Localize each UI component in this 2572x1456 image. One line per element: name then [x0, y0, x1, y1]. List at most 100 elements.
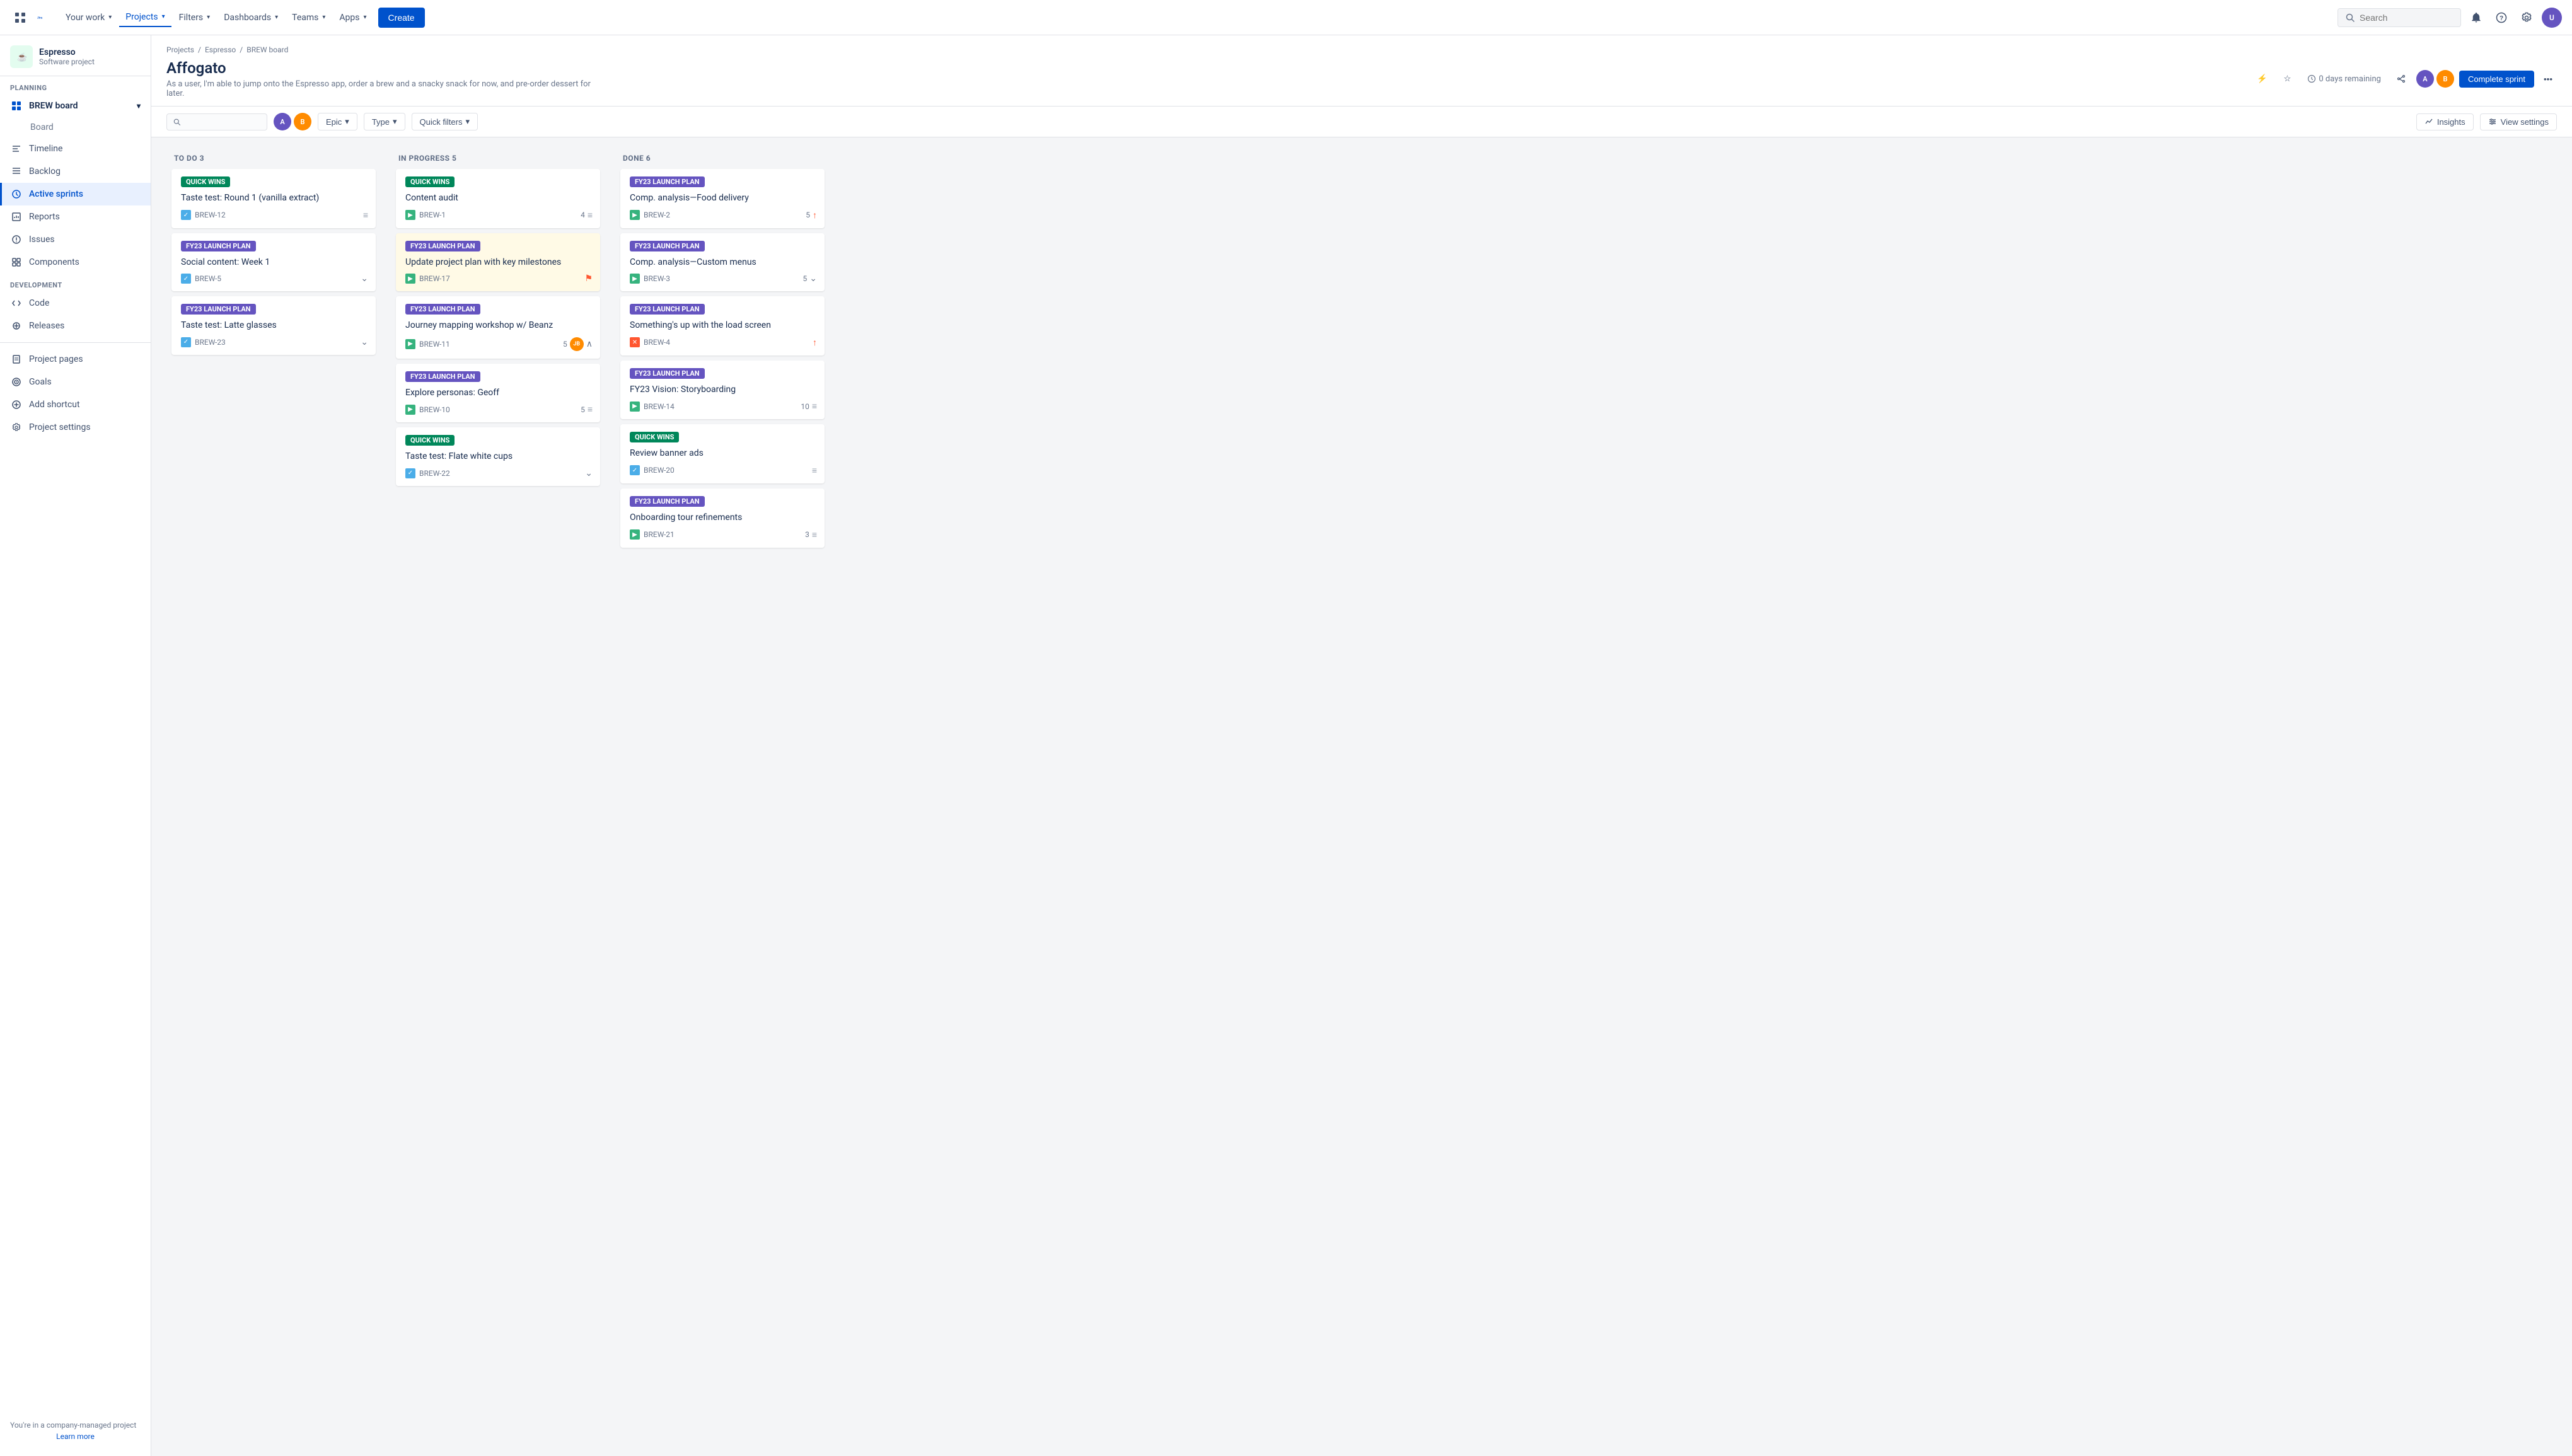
card-title: Content audit: [405, 192, 593, 205]
table-row[interactable]: FY23 LAUNCH PLANExplore personas: Geoff▶…: [396, 364, 600, 423]
avatar-2[interactable]: B: [2436, 70, 2454, 88]
sidebar-item-components[interactable]: Components: [0, 251, 151, 274]
issues-icon: [10, 233, 23, 246]
card-story-points: 5: [806, 211, 810, 219]
table-row[interactable]: FY23 LAUNCH PLANUpdate project plan with…: [396, 233, 600, 292]
quick-filters-button[interactable]: Quick filters ▾: [412, 113, 478, 130]
create-button[interactable]: Create: [378, 8, 425, 28]
breadcrumb-espresso[interactable]: Espresso: [205, 45, 236, 54]
card-story-points: 5: [803, 274, 808, 283]
insights-button[interactable]: Insights: [2416, 113, 2474, 130]
sidebar-item-goals[interactable]: Goals: [0, 371, 151, 393]
avatar-1[interactable]: A: [2416, 70, 2434, 88]
table-row[interactable]: FY23 LAUNCH PLANFY23 Vision: Storyboardi…: [620, 361, 825, 420]
board-sub-label: Board: [30, 122, 54, 132]
bug-icon: ✕: [630, 337, 640, 347]
card-footer: ▶BREW-35⌄: [630, 274, 817, 284]
sidebar-item-project-settings[interactable]: Project settings: [0, 416, 151, 439]
learn-more-link[interactable]: Learn more: [10, 1432, 141, 1441]
settings-icon[interactable]: [2517, 8, 2537, 28]
page-title-section: Affogato As a user, I'm able to jump ont…: [166, 59, 608, 106]
card-label: FY23 LAUNCH PLAN: [630, 176, 705, 187]
search-input[interactable]: [2360, 13, 2448, 23]
search-box[interactable]: [2337, 8, 2461, 27]
sidebar-item-issues[interactable]: Issues: [0, 228, 151, 251]
sidebar-item-project-pages[interactable]: Project pages: [0, 348, 151, 371]
search-icon: [173, 118, 180, 126]
priority-icon: ∧: [586, 339, 593, 349]
table-row[interactable]: QUICK WINSTaste test: Round 1 (vanilla e…: [171, 169, 376, 228]
nav-apps[interactable]: Apps ▾: [333, 9, 373, 26]
table-row[interactable]: FY23 LAUNCH PLANSocial content: Week 1✓B…: [171, 233, 376, 292]
lightning-icon[interactable]: ⚡: [2252, 69, 2272, 89]
table-row[interactable]: FY23 LAUNCH PLANJourney mapping workshop…: [396, 296, 600, 359]
help-icon[interactable]: ?: [2491, 8, 2511, 28]
notifications-icon[interactable]: [2466, 8, 2486, 28]
nav-teams[interactable]: Teams ▾: [286, 9, 332, 26]
star-icon[interactable]: ☆: [2277, 69, 2297, 89]
nav-dashboards[interactable]: Dashboards ▾: [217, 9, 284, 26]
card-footer: ▶BREW-17⚑: [405, 274, 593, 284]
grid-icon[interactable]: [10, 8, 30, 28]
card-footer: ✓BREW-20≡: [630, 465, 817, 476]
sidebar-item-backlog[interactable]: Backlog: [0, 160, 151, 183]
table-row[interactable]: QUICK WINSContent audit▶BREW-14≡: [396, 169, 600, 228]
sidebar-item-reports[interactable]: Reports: [0, 205, 151, 228]
sidebar-item-board[interactable]: Board: [0, 117, 151, 137]
logo-area: Jira: [10, 8, 52, 28]
nav-actions: ? U: [2466, 8, 2562, 28]
project-settings-label: Project settings: [29, 422, 141, 432]
sidebar-item-add-shortcut[interactable]: Add shortcut: [0, 393, 151, 416]
breadcrumb-brew-board[interactable]: BREW board: [246, 45, 288, 54]
chevron-down-icon: ▾: [465, 117, 470, 127]
card-story-points: 4: [581, 211, 585, 219]
card-label: QUICK WINS: [630, 432, 679, 442]
avatar-filter-1[interactable]: A: [274, 113, 291, 130]
type-filter-button[interactable]: Type ▾: [364, 113, 405, 130]
story-icon: ▶: [630, 210, 640, 220]
more-options-icon[interactable]: •••: [2539, 70, 2557, 88]
board-search-box[interactable]: [166, 113, 267, 130]
column-cards-done: FY23 LAUNCH PLANComp. analysis—Food deli…: [615, 169, 830, 553]
sidebar-item-releases[interactable]: Releases: [0, 315, 151, 337]
search-icon: [2346, 13, 2355, 22]
avatar-filter-2[interactable]: B: [294, 113, 311, 130]
card-label: FY23 LAUNCH PLAN: [181, 304, 256, 315]
jira-logo[interactable]: Jira: [34, 9, 52, 26]
nav-filters[interactable]: Filters ▾: [173, 9, 217, 26]
sidebar-item-code[interactable]: Code: [0, 292, 151, 315]
table-row[interactable]: FY23 LAUNCH PLANComp. analysis—Custom me…: [620, 233, 825, 292]
table-row[interactable]: FY23 LAUNCH PLANComp. analysis—Food deli…: [620, 169, 825, 228]
table-row[interactable]: FY23 LAUNCH PLANTaste test: Latte glasse…: [171, 296, 376, 355]
table-row[interactable]: QUICK WINSReview banner ads✓BREW-20≡: [620, 424, 825, 483]
priority-icon: ↑: [813, 337, 817, 348]
complete-sprint-button[interactable]: Complete sprint: [2459, 71, 2534, 88]
card-meta: 4≡: [581, 210, 593, 221]
issues-label: Issues: [29, 234, 141, 245]
story-icon: ▶: [405, 339, 415, 349]
sidebar-item-active-sprints[interactable]: Active sprints: [0, 183, 151, 205]
card-footer: ✓BREW-23⌄: [181, 337, 368, 347]
card-title: Something's up with the load screen: [630, 320, 817, 332]
planning-label: PLANNING: [0, 76, 151, 95]
breadcrumb-projects[interactable]: Projects: [166, 45, 194, 54]
table-row[interactable]: FY23 LAUNCH PLANOnboarding tour refineme…: [620, 488, 825, 548]
sidebar-item-timeline[interactable]: Timeline: [0, 137, 151, 160]
card-meta: 5↑: [806, 210, 817, 221]
share-icon[interactable]: [2391, 69, 2411, 89]
sidebar-item-brew-board[interactable]: BREW board ▾: [0, 95, 151, 117]
nav-projects[interactable]: Projects ▾: [119, 8, 171, 27]
card-label: QUICK WINS: [405, 435, 455, 446]
table-row[interactable]: FY23 LAUNCH PLANSomething's up with the …: [620, 296, 825, 355]
user-avatar[interactable]: U: [2542, 8, 2562, 28]
sprints-icon: [10, 188, 23, 200]
table-row[interactable]: QUICK WINSTaste test: Flate white cups✓B…: [396, 427, 600, 486]
board-search-input[interactable]: [184, 117, 260, 127]
releases-icon: [10, 320, 23, 332]
column-header-inprogress: IN PROGRESS 5: [391, 147, 605, 169]
card-meta: ⌄: [361, 274, 368, 284]
view-settings-button[interactable]: View settings: [2480, 113, 2557, 130]
nav-your-work[interactable]: Your work ▾: [59, 9, 118, 26]
sidebar-project-header: ☕ Espresso Software project: [0, 35, 151, 76]
epic-filter-button[interactable]: Epic ▾: [318, 113, 357, 130]
